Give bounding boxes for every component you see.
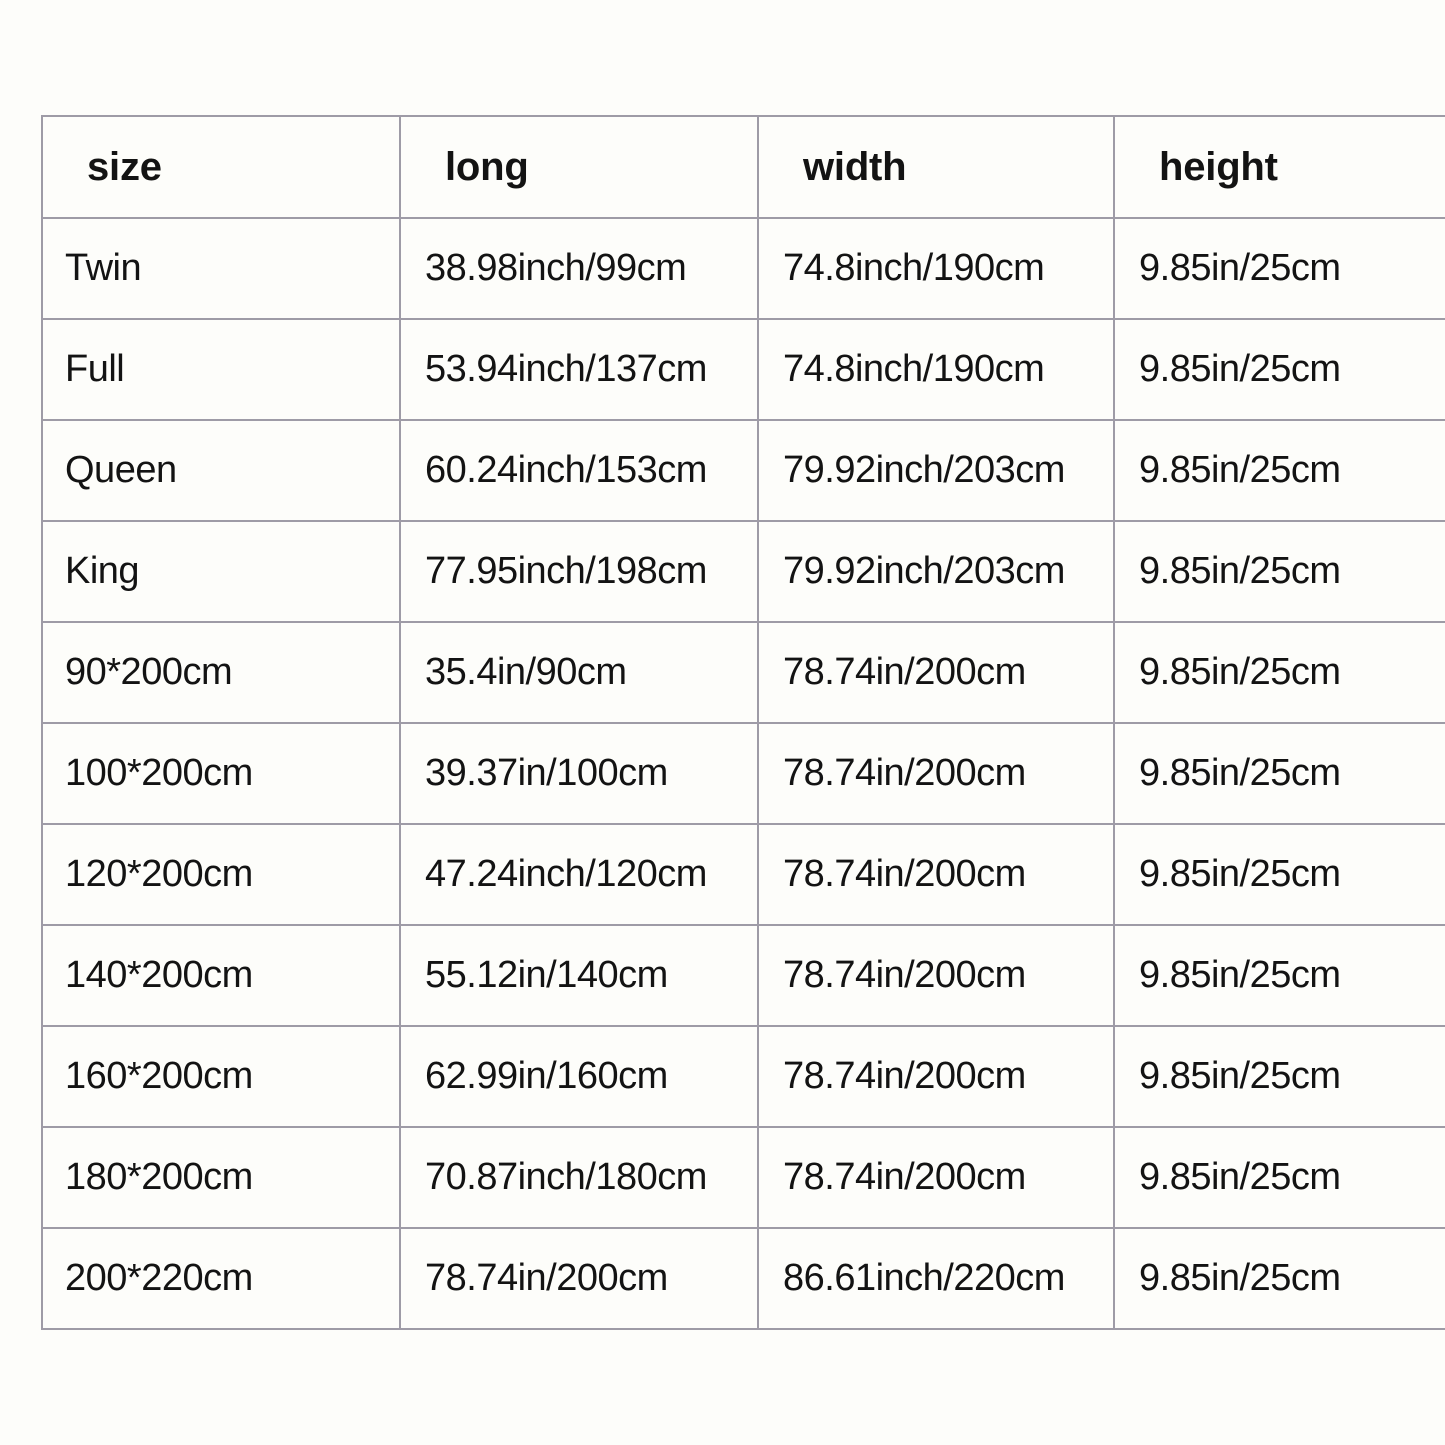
- cell-width: 78.74in/200cm: [757, 823, 1115, 926]
- cell-size: Queen: [41, 419, 401, 522]
- table-row: Queen 60.24inch/153cm 79.92inch/203cm 9.85i…: [41, 419, 1445, 522]
- cell-width: 78.74in/200cm: [757, 1025, 1115, 1128]
- table-row: 100*200cm 39.37in/100cm 78.74in/200cm 9.85i…: [41, 722, 1445, 825]
- cell-long: 55.12in/140cm: [399, 924, 759, 1027]
- cell-long: 38.98inch/99cm: [399, 217, 759, 320]
- cell-width: 78.74in/200cm: [757, 1126, 1115, 1229]
- column-header-width: width: [757, 115, 1115, 219]
- cell-long: 53.94inch/137cm: [399, 318, 759, 421]
- table-row: Full 53.94inch/137cm 74.8inch/190cm 9.85in/…: [41, 318, 1445, 421]
- cell-height: 9.85in/25cm: [1113, 1126, 1445, 1229]
- table-row: Twin 38.98inch/99cm 74.8inch/190cm 9.85in/2…: [41, 217, 1445, 320]
- table-row: 140*200cm 55.12in/140cm 78.74in/200cm 9.85i…: [41, 924, 1445, 1027]
- cell-width: 78.74in/200cm: [757, 722, 1115, 825]
- table-row: 90*200cm 35.4in/90cm 78.74in/200cm 9.85in/2…: [41, 621, 1445, 724]
- cell-long: 60.24inch/153cm: [399, 419, 759, 522]
- cell-height: 9.85in/25cm: [1113, 318, 1445, 421]
- cell-size: 200*220cm: [41, 1227, 401, 1330]
- cell-long: 62.99in/160cm: [399, 1025, 759, 1128]
- table-row: 160*200cm 62.99in/160cm 78.74in/200cm 9.85i…: [41, 1025, 1445, 1128]
- cell-width: 78.74in/200cm: [757, 621, 1115, 724]
- cell-long: 77.95inch/198cm: [399, 520, 759, 623]
- cell-size: King: [41, 520, 401, 623]
- table-header-row: size long width height: [41, 115, 1445, 219]
- cell-height: 9.85in/25cm: [1113, 419, 1445, 522]
- cell-size: Twin: [41, 217, 401, 320]
- cell-height: 9.85in/25cm: [1113, 217, 1445, 320]
- cell-width: 79.92inch/203cm: [757, 419, 1115, 522]
- cell-height: 9.85in/25cm: [1113, 621, 1445, 724]
- cell-size: 140*200cm: [41, 924, 401, 1027]
- column-header-size: size: [41, 115, 401, 219]
- table-row: 180*200cm 70.87inch/180cm 78.74in/200cm 9.8…: [41, 1126, 1445, 1229]
- column-header-height: height: [1113, 115, 1445, 219]
- cell-long: 78.74in/200cm: [399, 1227, 759, 1330]
- cell-size: 90*200cm: [41, 621, 401, 724]
- cell-width: 74.8inch/190cm: [757, 318, 1115, 421]
- cell-size: 180*200cm: [41, 1126, 401, 1229]
- table-row: 200*220cm 78.74in/200cm 86.61inch/220cm 9.8…: [41, 1227, 1445, 1330]
- cell-height: 9.85in/25cm: [1113, 1025, 1445, 1128]
- cell-size: 100*200cm: [41, 722, 401, 825]
- cell-width: 79.92inch/203cm: [757, 520, 1115, 623]
- cell-long: 47.24inch/120cm: [399, 823, 759, 926]
- table-row: King 77.95inch/198cm 79.92inch/203cm 9.85in…: [41, 520, 1445, 623]
- cell-size: 120*200cm: [41, 823, 401, 926]
- cell-size: Full: [41, 318, 401, 421]
- cell-width: 86.61inch/220cm: [757, 1227, 1115, 1330]
- cell-long: 35.4in/90cm: [399, 621, 759, 724]
- size-chart-table: size long width height Twin 38.98inch/99c…: [41, 115, 1445, 1330]
- cell-height: 9.85in/25cm: [1113, 1227, 1445, 1330]
- cell-height: 9.85in/25cm: [1113, 924, 1445, 1027]
- table-body: Twin 38.98inch/99cm 74.8inch/190cm 9.85in/2…: [41, 217, 1445, 1330]
- cell-height: 9.85in/25cm: [1113, 823, 1445, 926]
- cell-width: 74.8inch/190cm: [757, 217, 1115, 320]
- cell-long: 39.37in/100cm: [399, 722, 759, 825]
- column-header-long: long: [399, 115, 759, 219]
- cell-height: 9.85in/25cm: [1113, 722, 1445, 825]
- table-header: size long width height: [41, 115, 1445, 219]
- cell-size: 160*200cm: [41, 1025, 401, 1128]
- cell-height: 9.85in/25cm: [1113, 520, 1445, 623]
- cell-width: 78.74in/200cm: [757, 924, 1115, 1027]
- cell-long: 70.87inch/180cm: [399, 1126, 759, 1229]
- size-chart-container: size long width height Twin 38.98inch/99c…: [41, 115, 1445, 1330]
- table-row: 120*200cm 47.24inch/120cm 78.74in/200cm 9.8…: [41, 823, 1445, 926]
